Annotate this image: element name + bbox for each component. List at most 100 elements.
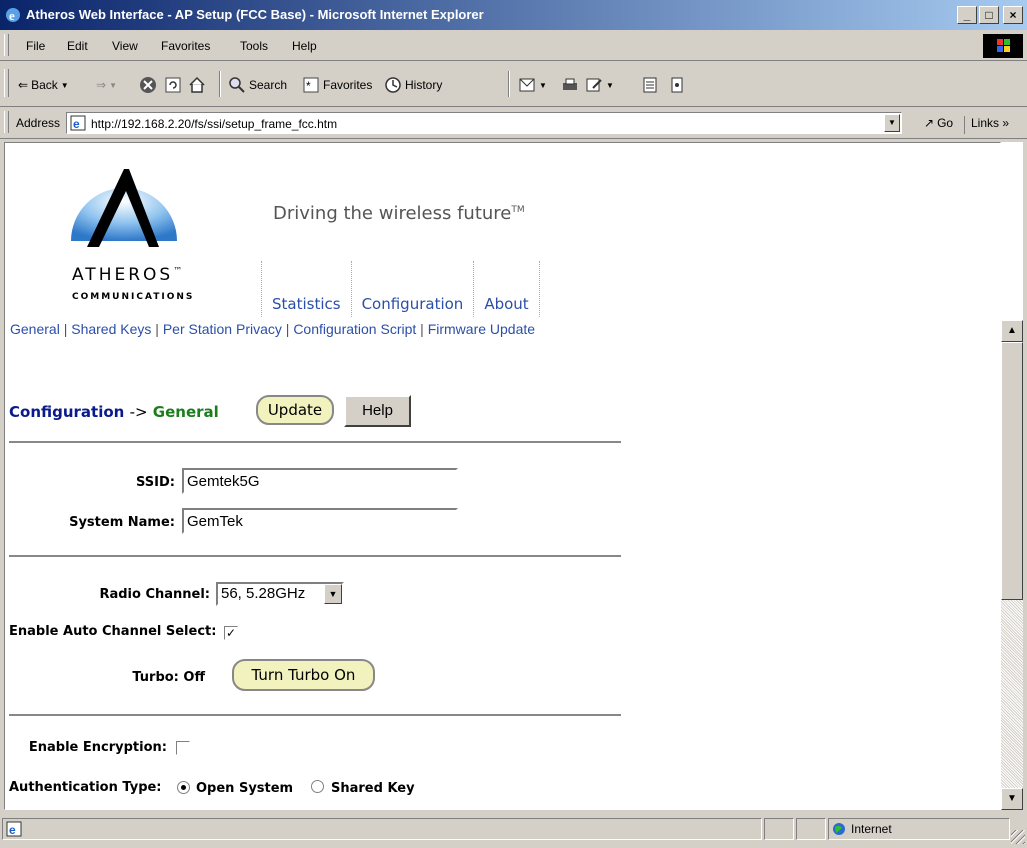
minimize-button[interactable]: _ [957, 6, 977, 24]
menu-edit[interactable]: Edit [67, 39, 88, 53]
go-label: Go [937, 116, 954, 130]
enable-encryption-label: Enable Encryption: [28, 740, 167, 755]
favorites-button[interactable]: * Favorites [302, 73, 372, 97]
status-pane [764, 818, 794, 840]
nav-configuration[interactable]: Configuration [350, 261, 474, 317]
edit-icon [586, 78, 602, 92]
stop-button[interactable] [139, 73, 157, 97]
favorites-icon: * [303, 77, 319, 93]
help-button[interactable]: Help [344, 395, 411, 427]
home-icon [189, 76, 205, 93]
links-button[interactable]: Links » [964, 116, 1009, 134]
menu-tools[interactable]: Tools [240, 39, 268, 53]
radio-shared-key[interactable] [311, 780, 324, 793]
nav-about[interactable]: About [473, 261, 540, 317]
sublink-per-station-privacy[interactable]: Per Station Privacy [163, 321, 282, 337]
window-title: Atheros Web Interface - AP Setup (FCC Ba… [26, 7, 484, 22]
radio-open-system[interactable] [177, 781, 190, 794]
scroll-up-button[interactable]: ▲ [1001, 320, 1023, 342]
discuss-button[interactable] [641, 73, 659, 97]
toolbar-separator [508, 71, 510, 97]
tagline: Driving the wireless futureTM [273, 203, 525, 224]
zone-pane: Internet [828, 818, 1010, 840]
sub-navigation: General | Shared Keys | Per Station Priv… [10, 321, 535, 337]
status-message-pane: e [2, 818, 762, 840]
title-arrow: -> [129, 403, 148, 421]
menu-bar: File Edit View Favorites Tools Help [0, 30, 1027, 61]
menubar-grip [4, 34, 9, 56]
sublink-shared-keys[interactable]: Shared Keys [71, 321, 151, 337]
auto-channel-checkbox[interactable]: ✓ [224, 626, 238, 640]
turbo-status-label: Turbo: Off [132, 670, 205, 685]
svg-text:e: e [9, 8, 15, 23]
update-button[interactable]: Update [256, 395, 334, 425]
addressbar-grip [4, 111, 9, 133]
frame-top-area [1001, 142, 1023, 320]
menu-view[interactable]: View [112, 39, 138, 53]
open-system-label: Open System [196, 781, 294, 796]
scroll-thumb[interactable] [1001, 342, 1023, 600]
standard-toolbar: ⇐ Back ▼ ⇒ ▼ Search * Favorites History … [0, 61, 1027, 107]
close-button[interactable]: × [1003, 6, 1023, 24]
print-button[interactable] [561, 73, 579, 97]
home-button[interactable] [188, 73, 206, 97]
forward-button[interactable]: ⇒ ▼ [96, 73, 117, 97]
search-icon [229, 77, 245, 93]
svg-text:*: * [306, 79, 311, 93]
forward-arrow-icon: ⇒ [96, 78, 107, 92]
menu-favorites[interactable]: Favorites [161, 39, 210, 53]
go-button[interactable]: ↗ Go [924, 116, 953, 130]
maximize-button[interactable]: □ [979, 6, 999, 24]
address-dropdown-button[interactable]: ▼ [884, 114, 900, 132]
brand-trademark: ™ [173, 266, 186, 277]
history-button[interactable]: History [384, 73, 442, 97]
svg-text:e: e [9, 823, 16, 837]
toolbar-grip [4, 69, 9, 97]
nav-statistics[interactable]: Statistics [261, 261, 351, 317]
title-subsection: General [152, 403, 219, 421]
edit-button[interactable]: ▼ [585, 73, 614, 97]
sublink-firmware-update[interactable]: Firmware Update [428, 321, 535, 337]
messenger-button[interactable] [668, 73, 686, 97]
radio-channel-label: Radio Channel: [99, 587, 210, 602]
menu-file[interactable]: File [26, 39, 45, 53]
mail-button[interactable]: ▼ [518, 73, 547, 97]
sublink-configuration-script[interactable]: Configuration Script [293, 321, 416, 337]
address-url: http://192.168.2.20/fs/ssi/setup_frame_f… [91, 117, 338, 131]
ssid-input[interactable] [182, 468, 458, 494]
shared-key-label: Shared Key [331, 781, 415, 796]
chevron-down-icon: ▼ [606, 80, 614, 90]
history-icon [385, 77, 401, 93]
status-bar: e Internet [0, 812, 1027, 848]
history-label: History [405, 78, 443, 92]
stop-icon [140, 77, 156, 93]
page-icon: e [70, 115, 86, 131]
chevron-down-icon[interactable]: ▼ [324, 584, 342, 604]
turn-turbo-on-button[interactable]: Turn Turbo On [232, 659, 375, 691]
refresh-button[interactable] [164, 73, 182, 97]
chevron-down-icon: ▼ [60, 80, 69, 90]
atheros-logo [71, 169, 177, 247]
windows-logo-icon [983, 34, 1023, 58]
address-input[interactable]: e http://192.168.2.20/fs/ssi/setup_frame… [66, 112, 902, 134]
back-arrow-icon: ⇐ [18, 78, 29, 92]
refresh-icon [165, 77, 181, 93]
chevron-right-icon: » [1002, 116, 1010, 130]
radio-channel-value: 56, 5.28GHz [221, 585, 306, 602]
back-label: Back [31, 78, 58, 92]
resize-grip[interactable] [1011, 830, 1025, 844]
go-arrow-icon: ↗ [924, 116, 935, 130]
sublink-general[interactable]: General [10, 321, 60, 337]
tagline-trademark: TM [511, 205, 525, 215]
search-button[interactable]: Search [228, 73, 287, 97]
radio-channel-select[interactable]: 56, 5.28GHz ▼ [216, 582, 344, 606]
scroll-down-button[interactable]: ▼ [1001, 788, 1023, 810]
search-label: Search [249, 78, 288, 92]
print-icon [563, 78, 577, 90]
globe-icon [833, 823, 845, 835]
ie-icon: e [6, 8, 20, 23]
system-name-input[interactable] [182, 508, 458, 534]
menu-help[interactable]: Help [292, 39, 317, 53]
enable-encryption-checkbox[interactable] [176, 741, 190, 755]
back-button[interactable]: ⇐ Back ▼ [18, 73, 69, 97]
